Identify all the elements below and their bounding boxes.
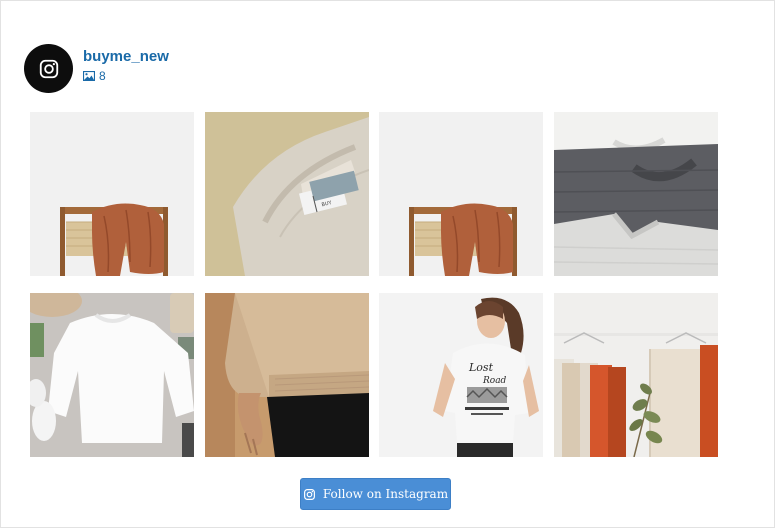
svg-text:Lost: Lost: [468, 361, 494, 374]
post-thumbnail-3[interactable]: [379, 112, 543, 276]
post-thumbnail-5[interactable]: [30, 293, 194, 457]
post-thumbnail-6[interactable]: [204, 293, 369, 457]
profile-meta: buyme_new 8: [83, 48, 169, 83]
post-count: 8: [99, 69, 106, 83]
profile-username[interactable]: buyme_new: [83, 48, 169, 66]
post-thumbnail-7[interactable]: Lost Road: [379, 293, 543, 457]
post-grid: BUY Lost Road: [30, 112, 718, 457]
follow-on-instagram-button[interactable]: Follow on Instagram: [300, 478, 451, 510]
profile-avatar[interactable]: [24, 44, 73, 93]
instagram-icon: [303, 488, 315, 500]
profile-header: buyme_new 8: [24, 44, 169, 93]
post-thumbnail-8[interactable]: [553, 293, 718, 457]
instagram-icon: [39, 59, 58, 78]
post-thumbnail-4[interactable]: [553, 112, 718, 276]
image-icon: [83, 71, 95, 81]
instagram-feed-widget: buyme_new 8 BUY Lost Road Follow on Inst…: [0, 0, 775, 528]
follow-button-label: Follow on Instagram: [322, 487, 449, 501]
post-thumbnail-1[interactable]: [30, 112, 194, 276]
svg-text:Road: Road: [482, 376, 507, 386]
post-count-row: 8: [83, 69, 169, 83]
post-thumbnail-2[interactable]: BUY: [204, 112, 369, 276]
